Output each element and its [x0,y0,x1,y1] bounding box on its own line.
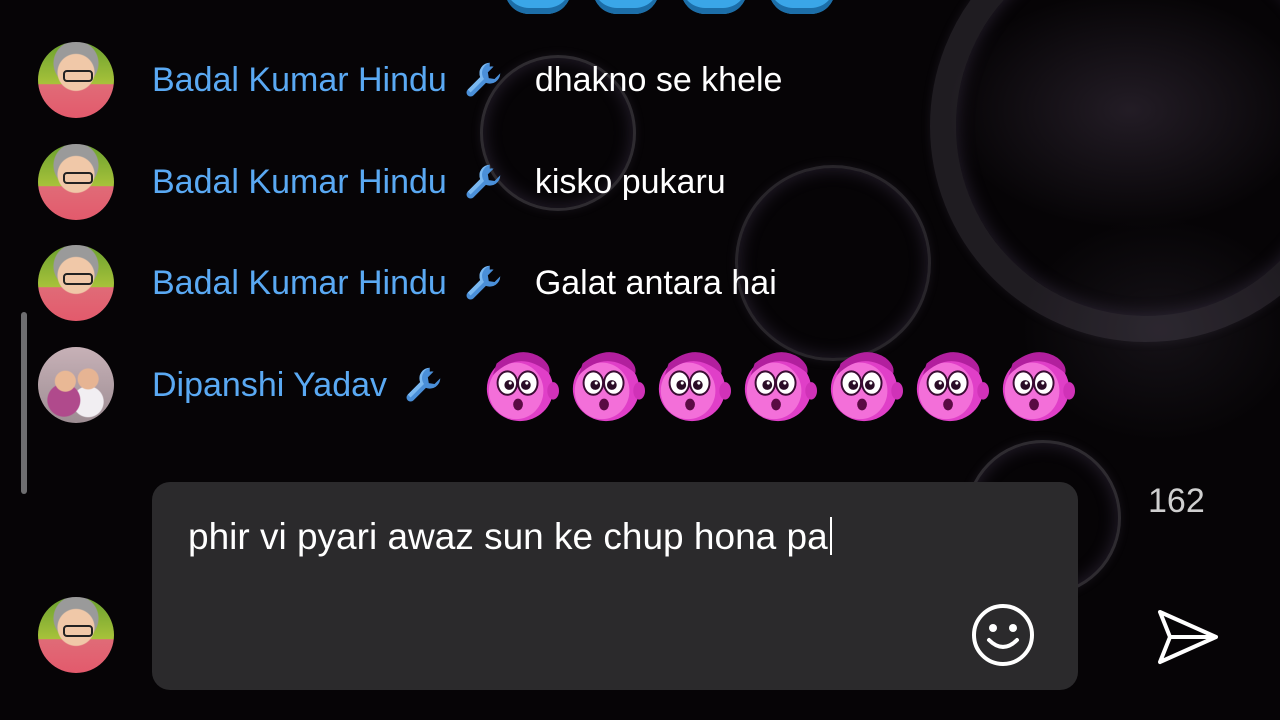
avatar[interactable] [38,245,114,321]
pink-creature-sticker [486,352,560,422]
pink-creature-sticker [658,352,732,422]
smiley-icon[interactable] [970,602,1036,668]
chat-message: Badal Kumar Hindu dhakno se khele [38,42,782,118]
avatar[interactable] [38,144,114,220]
chat-input-value: phir vi pyari awaz sun ke chup hona pa [188,516,828,557]
background-bubble [930,0,1280,342]
char-remaining-count: 162 [1148,482,1205,520]
sticker [505,0,571,14]
message-text: kisko pukaru [534,162,726,201]
wrench-icon [466,164,501,199]
chat-message: Dipanshi Yadav [38,346,1076,424]
wrench-icon [406,367,441,402]
avatar[interactable] [38,42,114,118]
chat-message: Badal Kumar Hindu Galat antara hai [38,245,777,321]
message-author[interactable]: Badal Kumar Hindu [152,61,447,100]
pink-creature-sticker [572,352,646,422]
text-caret [829,517,832,555]
message-text: Galat antara hai [534,263,777,302]
pink-creature-sticker [1002,352,1076,422]
chat-scrollbar[interactable] [21,312,27,494]
sticker [593,0,659,14]
pink-creature-sticker [744,352,818,422]
chat-composer[interactable]: phir vi pyari awaz sun ke chup hona pa [152,482,1078,690]
chat-message: Badal Kumar Hindu kisko pukaru [38,144,726,220]
message-author[interactable]: Dipanshi Yadav [152,366,387,405]
live-chat-screen: Badal Kumar Hindu dhakno se khele Badal … [0,0,1280,720]
message-text: dhakno se khele [534,60,783,99]
message-author[interactable]: Badal Kumar Hindu [152,163,447,202]
pink-creature-sticker [916,352,990,422]
chat-input[interactable]: phir vi pyari awaz sun ke chup hona pa [188,516,832,558]
message-author[interactable]: Badal Kumar Hindu [152,264,447,303]
send-icon[interactable] [1152,602,1222,672]
avatar[interactable] [38,347,114,423]
wrench-icon [466,265,501,300]
partial-sticker-row [505,0,835,16]
wrench-icon [466,62,501,97]
my-avatar [38,597,114,673]
pink-creature-sticker [830,352,904,422]
sticker [681,0,747,14]
sticker-row [481,346,1076,424]
sticker [769,0,835,14]
